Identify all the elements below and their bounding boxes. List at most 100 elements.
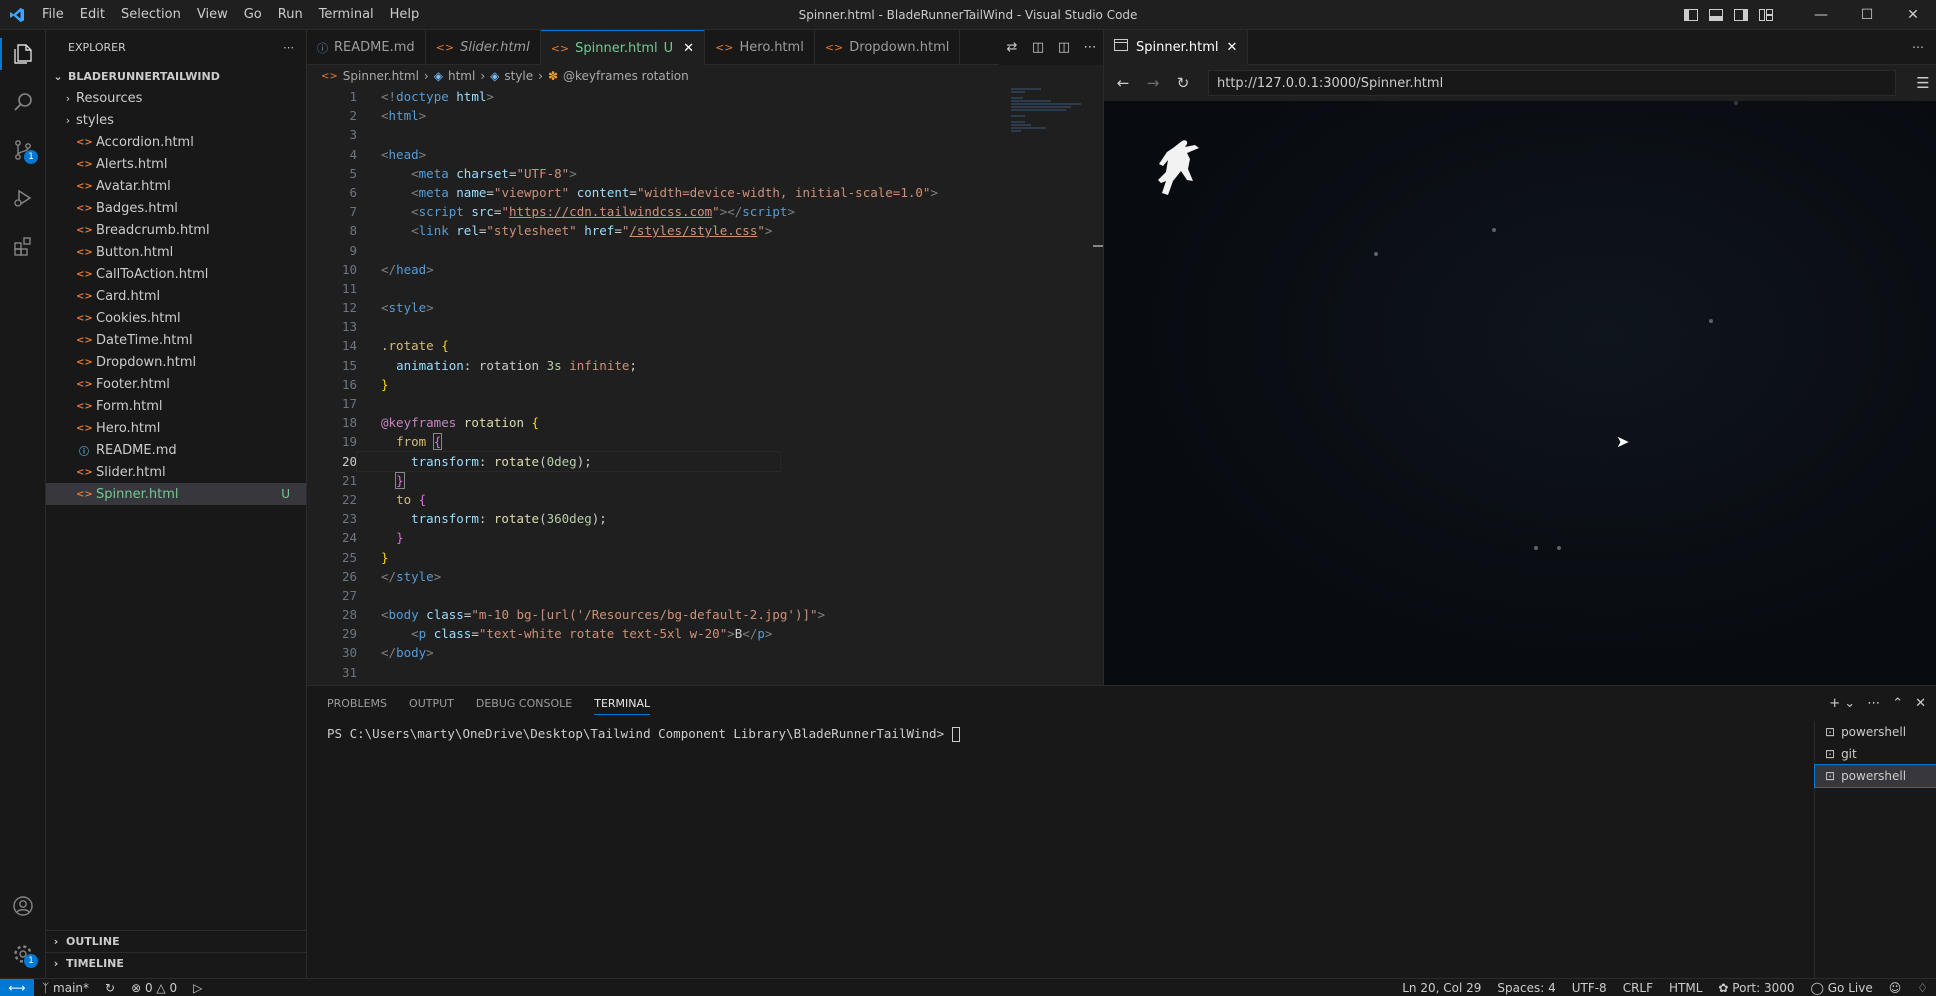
tab-problems[interactable]: PROBLEMS (327, 697, 387, 710)
debug-icon[interactable]: ▷ (185, 981, 210, 995)
file-item[interactable]: <> DateTime.html (46, 329, 306, 351)
minimize-icon[interactable]: — (1798, 0, 1844, 30)
encoding[interactable]: UTF-8 (1564, 981, 1615, 995)
run-debug-icon[interactable] (0, 174, 46, 222)
page-viewport[interactable]: ➤ (1104, 101, 1936, 685)
workspace-root[interactable]: ⌄ BLADERUNNERTAILWIND (46, 65, 306, 87)
toggle-panel-icon[interactable] (1703, 0, 1728, 30)
editor-scrollbar[interactable] (1091, 87, 1103, 685)
maximize-icon[interactable]: ☐ (1844, 0, 1890, 30)
more-actions-icon[interactable]: ⋯ (1077, 40, 1103, 55)
cursor-position[interactable]: Ln 20, Col 29 (1394, 981, 1489, 995)
code-editor[interactable]: 1 <!doctype html> 2 <html> 3 4 <head> 5 <me… (307, 87, 1103, 685)
breadcrumb-style[interactable]: style (504, 69, 533, 83)
account-icon[interactable]: ☺ (1881, 981, 1910, 995)
tab-hero[interactable]: <> Hero.html (705, 30, 815, 65)
tab-dropdown[interactable]: <> Dropdown.html (815, 30, 961, 65)
menu-view[interactable]: View (189, 0, 236, 30)
menu-terminal[interactable]: Terminal (311, 0, 382, 30)
open-preview-icon[interactable]: ◫ (1025, 40, 1051, 55)
file-item[interactable]: <> Footer.html (46, 373, 306, 395)
notifications-bell-icon[interactable]: ♢ (1909, 981, 1936, 995)
close-tab-icon[interactable]: ✕ (683, 41, 694, 56)
end-of-line[interactable]: CRLF (1615, 981, 1661, 995)
file-item[interactable]: <> Button.html (46, 241, 306, 263)
timeline-section[interactable]: › TIMELINE (46, 952, 307, 974)
more-actions-icon[interactable]: ⋯ (1867, 696, 1880, 711)
more-actions-icon[interactable]: ⋯ (283, 41, 294, 54)
refresh-icon[interactable]: ↻ (1170, 74, 1196, 92)
back-arrow-icon[interactable]: ← (1110, 74, 1136, 92)
customize-layout-icon[interactable] (1753, 0, 1778, 30)
maximize-panel-icon[interactable]: ⌃ (1892, 696, 1903, 711)
tab-debug-console[interactable]: DEBUG CONSOLE (476, 697, 572, 710)
toggle-sidebar-icon[interactable] (1678, 0, 1703, 30)
file-item[interactable]: <> Breadcrumb.html (46, 219, 306, 241)
tab-output[interactable]: OUTPUT (409, 697, 454, 710)
compare-changes-icon[interactable]: ⇄ (999, 40, 1025, 55)
editor-actions: ⇄ ◫ ◫ ⋯ (999, 30, 1103, 65)
more-actions-icon[interactable]: ⋯ (1912, 40, 1924, 54)
file-item[interactable]: <> Card.html (46, 285, 306, 307)
file-item[interactable]: <> CallToAction.html (46, 263, 306, 285)
tab-browser-spinner[interactable]: Spinner.html ✕ (1104, 29, 1249, 65)
file-item[interactable]: <> Alerts.html (46, 153, 306, 175)
tab-spinner[interactable]: <> Spinner.html U ✕ (540, 30, 706, 65)
remote-indicator-icon[interactable]: ⟷ (0, 978, 34, 996)
file-item[interactable]: <> Form.html (46, 395, 306, 417)
menu-selection[interactable]: Selection (113, 0, 189, 30)
menu-go[interactable]: Go (236, 0, 270, 30)
language-mode[interactable]: HTML (1661, 981, 1710, 995)
menu-edit[interactable]: Edit (72, 0, 113, 30)
sync-icon[interactable]: ↻ (97, 981, 123, 995)
close-panel-icon[interactable]: ✕ (1915, 696, 1926, 711)
new-terminal-icon[interactable]: + ⌄ (1829, 696, 1855, 711)
split-editor-icon[interactable]: ◫ (1051, 40, 1077, 55)
search-icon[interactable] (0, 78, 46, 126)
close-tab-icon[interactable]: ✕ (1227, 40, 1238, 55)
folder-styles[interactable]: › styles (46, 109, 306, 131)
menu-file[interactable]: File (34, 0, 72, 30)
file-item[interactable]: <> Dropdown.html (46, 351, 306, 373)
breadcrumb-keyframes[interactable]: @keyframes rotation (563, 69, 689, 83)
port-indicator[interactable]: ✿ Port: 3000 (1710, 981, 1802, 995)
toggle-secondary-sidebar-icon[interactable] (1728, 0, 1753, 30)
file-item[interactable]: <> Spinner.html U (46, 483, 306, 505)
breadcrumb-file[interactable]: Spinner.html (343, 69, 419, 83)
address-bar[interactable]: http://127.0.0.1:3000/Spinner.html (1208, 70, 1896, 96)
browser-tabs: Spinner.html ✕ ⋯ (1104, 29, 1936, 65)
file-item[interactable]: <> Badges.html (46, 197, 306, 219)
hamburger-menu-icon[interactable]: ☰ (1910, 74, 1936, 92)
close-window-icon[interactable]: ✕ (1890, 0, 1936, 30)
terminal-item[interactable]: ⊡ git (1815, 743, 1936, 765)
tab-slider[interactable]: <> Slider.html (426, 30, 541, 65)
mouse-cursor-icon: ➤ (1616, 432, 1630, 451)
outline-section[interactable]: › OUTLINE (46, 930, 307, 952)
folder-resources[interactable]: › Resources (46, 87, 306, 109)
tab-readme[interactable]: ⓘ README.md (307, 30, 426, 65)
minimap[interactable] (1011, 87, 1091, 147)
file-item[interactable]: <> Slider.html (46, 461, 306, 483)
file-item[interactable]: <> Avatar.html (46, 175, 306, 197)
menu-help[interactable]: Help (382, 0, 428, 30)
breadcrumb-html[interactable]: html (448, 69, 475, 83)
source-control-icon[interactable]: 1 (0, 126, 46, 174)
terminal-output[interactable]: PS C:\Users\marty\OneDrive\Desktop\Tailw… (327, 726, 960, 742)
problems-indicator[interactable]: ⊗ 0 △ 0 (123, 981, 185, 995)
accounts-icon[interactable] (0, 882, 46, 930)
extensions-icon[interactable] (0, 222, 46, 270)
terminal-item[interactable]: ⊡ powershell (1815, 721, 1936, 743)
go-live-button[interactable]: ◯ Go Live (1802, 981, 1880, 995)
file-item[interactable]: <> Hero.html (46, 417, 306, 439)
forward-arrow-icon[interactable]: → (1140, 74, 1166, 92)
manage-gear-icon[interactable]: 1 (0, 930, 46, 978)
tab-terminal[interactable]: TERMINAL (594, 692, 651, 715)
explorer-icon[interactable] (0, 30, 46, 78)
terminal-item[interactable]: ⊡ powershell (1814, 764, 1936, 788)
branch-indicator[interactable]: ᛉ main* (34, 981, 97, 995)
file-item[interactable]: ⓘ README.md (46, 439, 306, 461)
menu-run[interactable]: Run (270, 0, 311, 30)
file-item[interactable]: <> Accordion.html (46, 131, 306, 153)
file-item[interactable]: <> Cookies.html (46, 307, 306, 329)
indentation[interactable]: Spaces: 4 (1489, 981, 1563, 995)
